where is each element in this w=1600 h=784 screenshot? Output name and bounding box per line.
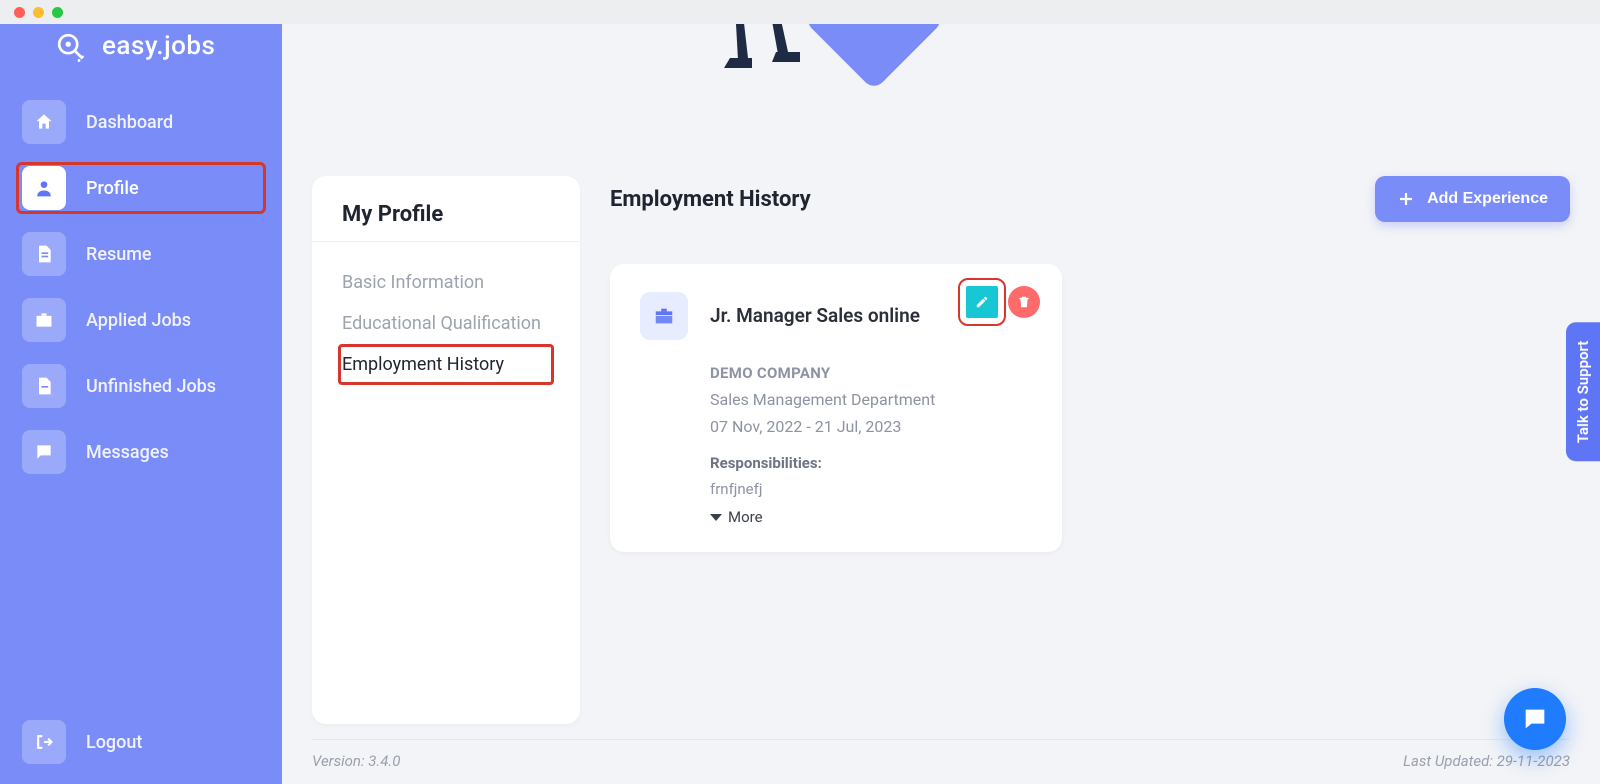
chat-bubble-icon: [1521, 705, 1549, 733]
sidebar-item-dashboard[interactable]: Dashboard: [18, 98, 264, 146]
add-experience-button[interactable]: Add Experience: [1375, 176, 1570, 222]
experience-department: Sales Management Department: [710, 390, 1032, 409]
chat-icon: [22, 430, 66, 474]
window-chrome: [0, 0, 1600, 24]
trash-icon: [1017, 295, 1031, 309]
profile-link-education[interactable]: Educational Qualification: [312, 303, 580, 344]
mac-dot-close[interactable]: [14, 7, 25, 18]
home-icon: [22, 100, 66, 144]
caret-down-icon: [710, 514, 722, 521]
profile-submenu-card: My Profile Basic Information Educational…: [312, 176, 580, 724]
support-tab[interactable]: Talk to Support: [1566, 323, 1600, 462]
logout-icon: [22, 720, 66, 764]
last-updated-text: Last Updated: 29-11-2023: [1403, 752, 1570, 770]
sidebar-item-logout[interactable]: Logout: [18, 718, 264, 766]
sidebar-item-label: Unfinished Jobs: [86, 376, 216, 397]
delete-experience-button[interactable]: [1008, 286, 1040, 318]
profile-link-basic-info[interactable]: Basic Information: [312, 262, 580, 303]
profile-submenu-title: My Profile: [312, 202, 580, 241]
responsibilities-label: Responsibilities:: [710, 454, 1032, 472]
sidebar-item-label: Messages: [86, 442, 169, 463]
experience-designation: Jr. Manager Sales online: [710, 304, 920, 327]
experience-actions: [966, 286, 1040, 318]
brand-name: easy.jobs: [102, 31, 215, 61]
section-column: Employment History Add Experience: [610, 176, 1570, 724]
divider: [312, 241, 580, 242]
brand-mark-icon: [52, 28, 88, 64]
responsibilities-text: frnfjnefj: [710, 480, 1032, 498]
experience-card: Jr. Manager Sales online DEMO COMPANY Sa…: [610, 264, 1062, 552]
experience-body: DEMO COMPANY Sales Management Department…: [710, 364, 1032, 526]
section-header: Employment History Add Experience: [610, 176, 1570, 222]
sidebar-item-label: Dashboard: [86, 112, 173, 133]
more-toggle[interactable]: More: [710, 508, 1032, 526]
mac-dot-maximize[interactable]: [52, 7, 63, 18]
sidebar-item-resume[interactable]: Resume: [18, 230, 264, 278]
profile-link-employment-history[interactable]: Employment History: [338, 344, 554, 385]
plus-icon: [1397, 190, 1415, 208]
chat-fab[interactable]: [1504, 688, 1566, 750]
document-icon: [22, 232, 66, 276]
sidebar-item-applied-jobs[interactable]: Applied Jobs: [18, 296, 264, 344]
briefcase-icon: [22, 298, 66, 342]
sidebar-item-label: Resume: [86, 244, 152, 265]
footer: Version: 3.4.0 Last Updated: 29-11-2023: [312, 739, 1570, 770]
add-experience-label: Add Experience: [1427, 190, 1548, 208]
content-row: My Profile Basic Information Educational…: [312, 176, 1570, 724]
sidebar-nav: Dashboard Profile Resume Applied Jobs: [18, 98, 264, 476]
sidebar: easy.jobs Dashboard Profile Resume: [0, 0, 282, 784]
sidebar-item-label: Logout: [86, 732, 142, 753]
version-text: Version: 3.4.0: [312, 752, 400, 770]
experience-company: DEMO COMPANY: [710, 364, 1032, 382]
user-icon: [22, 166, 66, 210]
sidebar-item-messages[interactable]: Messages: [18, 428, 264, 476]
main-area: My Profile Basic Information Educational…: [282, 0, 1600, 784]
sidebar-item-unfinished-jobs[interactable]: Unfinished Jobs: [18, 362, 264, 410]
sidebar-item-label: Applied Jobs: [86, 310, 191, 331]
profile-submenu-links: Basic Information Educational Qualificat…: [312, 244, 580, 385]
briefcase-icon: [640, 292, 688, 340]
sidebar-item-profile[interactable]: Profile: [18, 164, 264, 212]
more-label: More: [728, 508, 763, 526]
brand-logo[interactable]: easy.jobs: [52, 28, 264, 64]
pencil-icon: [975, 295, 989, 309]
sidebar-item-label: Profile: [86, 178, 139, 199]
mac-dot-minimize[interactable]: [33, 7, 44, 18]
edit-experience-button[interactable]: [966, 286, 998, 318]
experience-dates: 07 Nov, 2022 - 21 Jul, 2023: [710, 417, 1032, 436]
document-alt-icon: [22, 364, 66, 408]
section-title: Employment History: [610, 187, 811, 212]
app-root: easy.jobs Dashboard Profile Resume: [0, 0, 1600, 784]
